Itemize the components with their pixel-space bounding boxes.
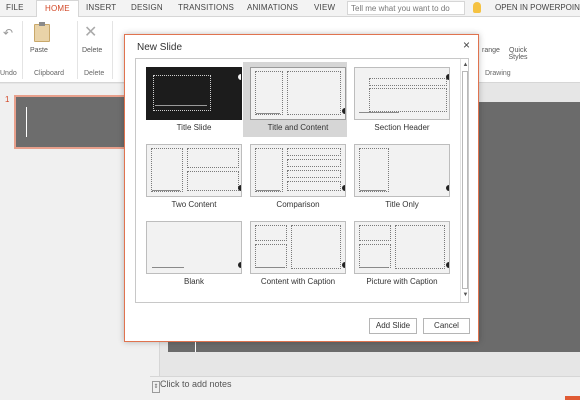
layout-title-and-content[interactable]: Title and Content — [243, 62, 347, 137]
layout-label: Picture with Caption — [366, 277, 438, 286]
layout-comparison[interactable]: Comparison — [243, 139, 347, 214]
layout-thumbnail — [354, 67, 450, 120]
layout-label: Blank — [183, 277, 204, 286]
layout-content-with-caption[interactable]: Content with Caption — [243, 216, 347, 291]
layout-two-content[interactable]: Two Content — [139, 139, 243, 214]
layout-thumbnail — [250, 144, 346, 197]
layout-label: Section Header — [374, 123, 430, 132]
layout-title-slide[interactable]: Title Slide — [139, 62, 243, 137]
cancel-button[interactable]: Cancel — [423, 318, 470, 334]
layout-section-header[interactable]: Section Header — [347, 62, 451, 137]
layout-thumbnail — [354, 221, 450, 274]
layout-thumbnail — [354, 144, 450, 197]
layout-blank[interactable]: Blank — [139, 216, 243, 291]
layout-gallery: Title Slide Title and Content Section He… — [135, 58, 469, 303]
scrollbar-thumb[interactable] — [462, 71, 468, 289]
scroll-down-icon[interactable]: ▼ — [462, 291, 468, 299]
layout-picture-with-caption[interactable]: Picture with Caption — [347, 216, 451, 291]
gallery-scrollbar[interactable]: ▲ ▼ — [460, 59, 468, 302]
layout-thumbnail — [146, 144, 242, 197]
layout-label: Comparison — [276, 200, 320, 209]
layout-thumbnail — [250, 221, 346, 274]
layout-thumbnail — [146, 67, 242, 120]
layout-label: Title Only — [385, 200, 419, 209]
layout-label: Title Slide — [176, 123, 212, 132]
layout-title-only[interactable]: Title Only — [347, 139, 451, 214]
dialog-overlay: New Slide × Title Slide Title and Conten… — [0, 0, 580, 400]
layout-thumbnail — [250, 67, 346, 120]
layout-label: Two Content — [171, 200, 217, 209]
scroll-up-icon[interactable]: ▲ — [462, 61, 468, 69]
dialog-title: New Slide — [137, 42, 183, 53]
new-slide-dialog: New Slide × Title Slide Title and Conten… — [124, 34, 479, 342]
layout-thumbnail — [146, 221, 242, 274]
layout-label: Content with Caption — [260, 277, 336, 286]
layout-label: Title and Content — [267, 123, 329, 132]
close-icon[interactable]: × — [463, 38, 470, 52]
add-slide-button[interactable]: Add Slide — [369, 318, 417, 334]
